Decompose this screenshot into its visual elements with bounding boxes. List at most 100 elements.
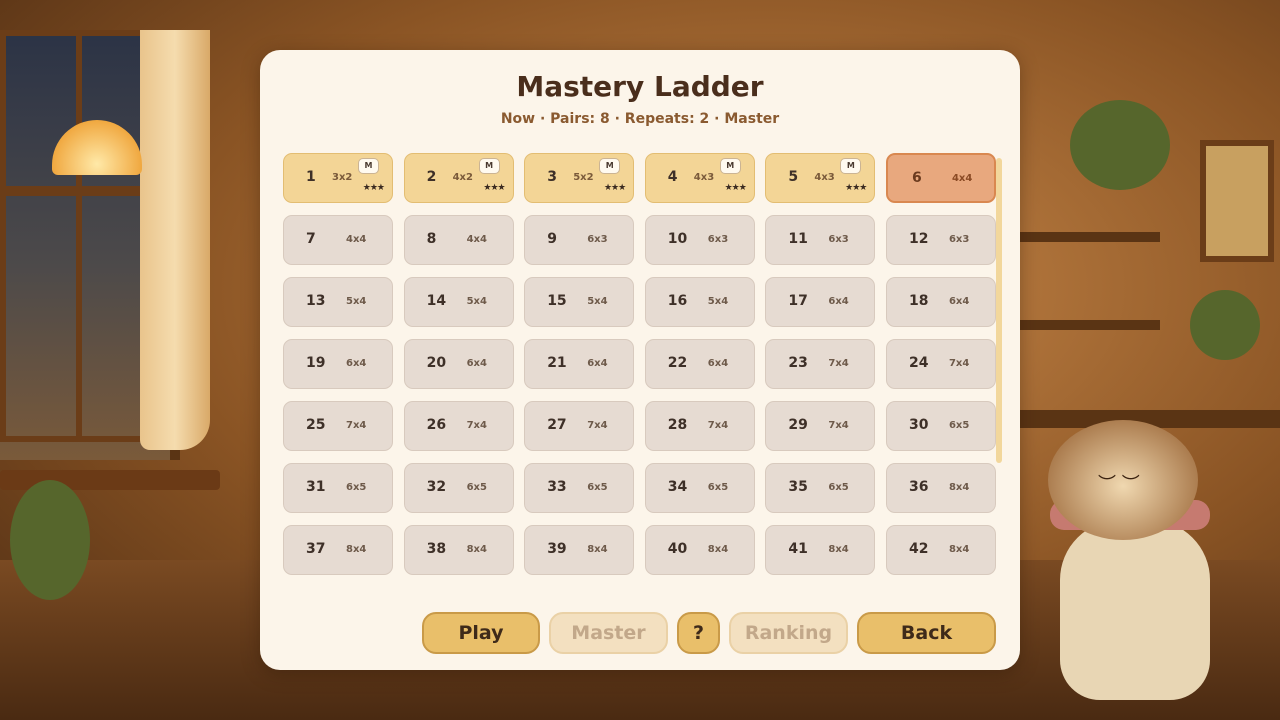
level-board-size: 6x3 xyxy=(828,234,849,245)
level-cell-29[interactable]: 29 7x4 xyxy=(765,401,876,451)
level-number: 2 xyxy=(426,169,437,185)
level-cell-27[interactable]: 27 7x4 xyxy=(524,401,635,451)
level-cell-19[interactable]: 19 6x4 xyxy=(283,339,393,389)
level-cell-24[interactable]: 24 7x4 xyxy=(885,339,996,389)
level-cell-37[interactable]: 37 8x4 xyxy=(283,525,393,575)
level-cell-12[interactable]: 12 6x3 xyxy=(885,215,996,265)
level-number: 32 xyxy=(426,479,447,495)
level-cell-15[interactable]: 15 5x4 xyxy=(524,277,635,327)
level-grid: 1 3x2 M ★★★ 2 4x2 M ★★★ 3 5x2 M ★★★ 4 4x3 M ★★★ 5 4x3 M ★★★… xyxy=(283,153,1003,575)
level-cell-20[interactable]: 20 6x4 xyxy=(403,339,514,389)
level-cell-9[interactable]: 9 6x3 xyxy=(524,215,635,265)
level-cell-6[interactable]: 6 4x4 xyxy=(885,153,996,203)
cat-face-icon: ︶ ︶ xyxy=(1098,474,1140,495)
level-cell-28[interactable]: 28 7x4 xyxy=(644,401,755,451)
level-cell-36[interactable]: 36 8x4 xyxy=(885,463,996,513)
level-board-size: 8x4 xyxy=(707,544,729,555)
level-cell-23[interactable]: 23 7x4 xyxy=(765,339,876,389)
level-number: 35 xyxy=(788,479,808,495)
level-cell-30[interactable]: 30 6x5 xyxy=(885,401,996,451)
level-cell-16[interactable]: 16 5x4 xyxy=(644,277,755,327)
level-grid-scrollbar[interactable] xyxy=(996,158,1002,463)
level-cell-33[interactable]: 33 6x5 xyxy=(524,463,635,513)
level-number: 9 xyxy=(547,231,557,247)
level-board-size: 7x4 xyxy=(346,420,367,431)
level-board-size: 6x5 xyxy=(707,482,729,493)
help-button[interactable]: ? xyxy=(677,612,720,654)
level-number: 12 xyxy=(908,231,929,247)
level-board-size: 6x3 xyxy=(707,234,729,245)
mastery-badge-icon: M xyxy=(358,158,379,174)
curtain xyxy=(140,30,210,450)
level-board-size: 7x4 xyxy=(587,420,608,431)
ranking-button[interactable]: Ranking xyxy=(729,612,848,654)
level-board-size: 8x4 xyxy=(948,482,970,493)
level-cell-7[interactable]: 7 4x4 xyxy=(283,215,393,265)
level-cell-21[interactable]: 21 6x4 xyxy=(524,339,635,389)
level-cell-4[interactable]: 4 4x3 M ★★★ xyxy=(644,153,755,203)
level-number: 4 xyxy=(667,169,678,185)
level-cell-22[interactable]: 22 6x4 xyxy=(644,339,755,389)
level-number: 29 xyxy=(788,417,808,433)
level-board-size: 4x3 xyxy=(693,172,715,183)
level-number: 22 xyxy=(667,355,688,371)
level-number: 34 xyxy=(667,479,688,495)
level-board-size: 6x5 xyxy=(466,482,487,493)
level-cell-42[interactable]: 42 8x4 xyxy=(885,525,996,575)
level-board-size: 5x4 xyxy=(707,296,729,307)
level-board-size: 5x4 xyxy=(346,296,367,307)
level-cell-10[interactable]: 10 6x3 xyxy=(644,215,755,265)
level-board-size: 3x2 xyxy=(332,172,353,183)
level-cell-39[interactable]: 39 8x4 xyxy=(524,525,635,575)
level-number: 19 xyxy=(306,355,326,371)
level-board-size: 6x5 xyxy=(828,482,849,493)
level-cell-26[interactable]: 26 7x4 xyxy=(403,401,514,451)
level-board-size: 6x4 xyxy=(948,296,970,307)
level-cell-32[interactable]: 32 6x5 xyxy=(403,463,514,513)
window-pane xyxy=(0,190,82,442)
level-cell-17[interactable]: 17 6x4 xyxy=(765,277,876,327)
level-board-size: 6x3 xyxy=(948,234,970,245)
level-number: 8 xyxy=(426,231,437,247)
potted-plant xyxy=(1190,290,1260,360)
level-board-size: 4x2 xyxy=(452,172,473,183)
level-board-size: 6x4 xyxy=(466,358,487,369)
level-cell-41[interactable]: 41 8x4 xyxy=(765,525,876,575)
level-cell-1[interactable]: 1 3x2 M ★★★ xyxy=(283,153,393,203)
level-number: 30 xyxy=(908,417,929,433)
level-board-size: 4x4 xyxy=(346,234,367,245)
level-cell-18[interactable]: 18 6x4 xyxy=(885,277,996,327)
level-grid-viewport[interactable]: 1 3x2 M ★★★ 2 4x2 M ★★★ 3 5x2 M ★★★ 4 4x3 M ★★★ 5 4x3 M ★★★… xyxy=(283,153,1003,583)
level-board-size: 5x2 xyxy=(573,172,594,183)
level-cell-11[interactable]: 11 6x3 xyxy=(765,215,876,265)
level-cell-38[interactable]: 38 8x4 xyxy=(403,525,514,575)
level-board-size: 4x4 xyxy=(466,234,487,245)
level-cell-2[interactable]: 2 4x2 M ★★★ xyxy=(403,153,514,203)
level-board-size: 7x4 xyxy=(948,358,970,369)
level-board-size: 6x4 xyxy=(828,296,849,307)
level-board-size: 6x5 xyxy=(587,482,608,493)
level-number: 24 xyxy=(908,355,929,371)
level-number: 28 xyxy=(667,417,688,433)
level-cell-25[interactable]: 25 7x4 xyxy=(283,401,393,451)
master-button[interactable]: Master xyxy=(549,612,668,654)
level-cell-34[interactable]: 34 6x5 xyxy=(644,463,755,513)
level-cell-13[interactable]: 13 5x4 xyxy=(283,277,393,327)
star-rating-icon: ★★★ xyxy=(483,183,505,193)
level-cell-31[interactable]: 31 6x5 xyxy=(283,463,393,513)
level-number: 36 xyxy=(908,479,929,495)
cat-mascot-body xyxy=(1060,520,1210,700)
level-cell-8[interactable]: 8 4x4 xyxy=(403,215,514,265)
star-rating-icon: ★★★ xyxy=(603,183,626,193)
back-button[interactable]: Back xyxy=(857,612,996,654)
level-number: 18 xyxy=(908,293,929,309)
level-number: 42 xyxy=(908,541,929,557)
level-cell-35[interactable]: 35 6x5 xyxy=(765,463,876,513)
wall-shelf xyxy=(1020,320,1160,330)
potted-plant xyxy=(10,480,90,600)
play-button[interactable]: Play xyxy=(422,612,540,654)
level-cell-3[interactable]: 3 5x2 M ★★★ xyxy=(524,153,635,203)
level-cell-5[interactable]: 5 4x3 M ★★★ xyxy=(765,153,876,203)
level-cell-40[interactable]: 40 8x4 xyxy=(644,525,755,575)
level-cell-14[interactable]: 14 5x4 xyxy=(403,277,514,327)
